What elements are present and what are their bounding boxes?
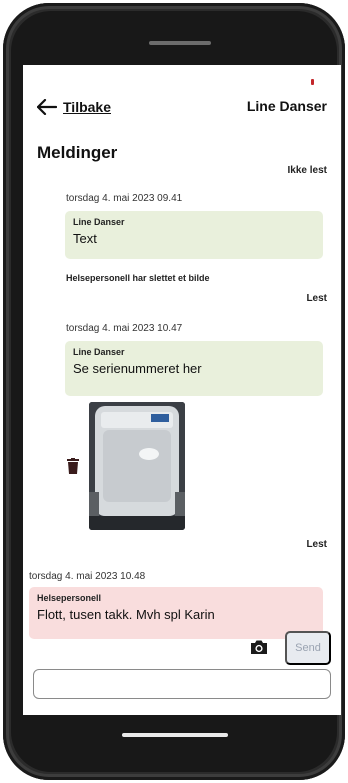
arrow-left-icon — [37, 99, 57, 115]
read-status: Lest — [306, 293, 327, 304]
message-bubble: Line Danser Text — [65, 211, 323, 259]
contact-name: Line Danser — [246, 98, 327, 114]
message-bubble: Line Danser Se serienummeret her — [65, 341, 323, 396]
message-bubble: Helsepersonell Flott, tusen takk. Mvh sp… — [29, 587, 323, 639]
message-timestamp: torsdag 4. mai 2023 10.48 — [29, 571, 146, 582]
camera-icon[interactable] — [250, 639, 268, 655]
message-sender: Helsepersonell — [37, 593, 102, 603]
message-sender: Line Danser — [73, 217, 125, 227]
attached-photo[interactable] — [89, 402, 185, 530]
message-input[interactable] — [33, 669, 331, 699]
message-text: Flott, tusen takk. Mvh spl Karin — [37, 607, 215, 622]
status-indicator — [311, 79, 314, 85]
read-status: Lest — [306, 539, 327, 550]
photo-image — [89, 402, 185, 530]
page-title: Meldinger — [37, 143, 118, 162]
message-text: Se serienummeret her — [73, 361, 202, 376]
message-sender: Line Danser — [73, 347, 125, 357]
back-button[interactable]: Tilbake — [37, 95, 111, 119]
message-text: Text — [73, 231, 97, 246]
trash-icon[interactable] — [67, 458, 79, 474]
message-timestamp: torsdag 4. mai 2023 10.47 — [66, 323, 183, 334]
read-status: Ikke lest — [287, 165, 327, 176]
phone-frame: Tilbake Line Danser Meldinger Ikke lest … — [3, 3, 345, 780]
message-timestamp: torsdag 4. mai 2023 09.41 — [66, 193, 183, 204]
home-indicator — [122, 733, 228, 737]
deleted-image-notice: Helsepersonell har slettet et bilde — [66, 273, 210, 283]
app-screen: Tilbake Line Danser Meldinger Ikke lest … — [23, 65, 341, 715]
top-bar: Tilbake Line Danser — [23, 95, 341, 119]
back-label: Tilbake — [63, 99, 111, 115]
phone-speaker — [149, 41, 211, 45]
send-button[interactable]: Send — [285, 631, 331, 665]
